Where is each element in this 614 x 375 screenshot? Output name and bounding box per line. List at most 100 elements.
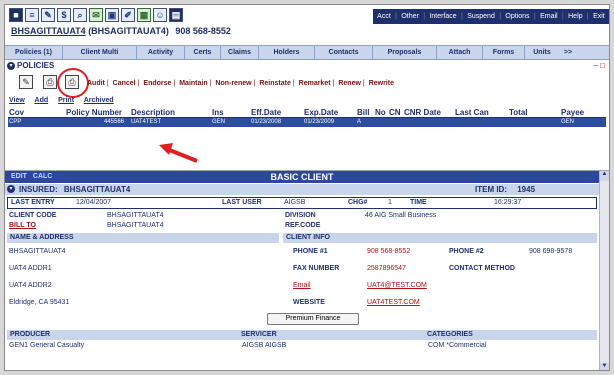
last-entry-value: 12/04/2007 (76, 199, 112, 206)
client-header: BHSAGITTAUAT4 (BHSAGITTAUAT4) 908 568-85… (11, 26, 231, 36)
col-last-can[interactable]: Last Can (455, 108, 489, 117)
col-cov[interactable]: Cov (9, 108, 24, 117)
module-tabs: Policies (1) Client Multi Activity Certs… (5, 45, 609, 60)
col-no[interactable]: No (375, 108, 386, 117)
tab-client-multi[interactable]: Client Multi (63, 46, 137, 59)
insured-heading: INSURED: BHSAGITTAUAT4 (19, 185, 130, 194)
col-description[interactable]: Description (131, 108, 175, 117)
client-phone: 908 568-8552 (175, 26, 231, 36)
menu-options[interactable]: Options (505, 13, 529, 20)
collapse-insured-icon[interactable]: ▾ (7, 185, 15, 193)
address-line-1: BHSAGITTAUAT4 (9, 248, 66, 255)
scroll-down-icon[interactable]: ▼ (600, 363, 609, 370)
col-cnr-date[interactable]: CNR Date (404, 108, 441, 117)
last-entry-box: LAST ENTRY 12/04/2007 LAST USER AIGSB CH… (7, 197, 597, 209)
item-id-display: ITEM ID: 1945 (475, 185, 535, 194)
pen-icon[interactable]: ✐ (121, 8, 135, 22)
col-total[interactable]: Total (509, 108, 528, 117)
edit-icon[interactable]: ✎ (41, 8, 55, 22)
action-endorse[interactable]: Endorse (143, 80, 171, 87)
tab-claims[interactable]: Claims (221, 46, 259, 59)
action-non-renew[interactable]: Non-renew (215, 80, 251, 87)
premium-finance-button[interactable]: Premium Finance (267, 313, 359, 325)
panel-title-bar: EDIT CALC BASIC CLIENT (5, 171, 599, 183)
print-link[interactable]: Print (58, 97, 74, 104)
table-row[interactable]: CPP 445566 UAT4TEST GEN 01/23/2008 01/23… (8, 118, 606, 127)
collapse-icon[interactable]: ▾ (7, 62, 15, 70)
action-cancel[interactable]: Cancel (113, 80, 136, 87)
client-name-link[interactable]: BHSAGITTAUAT4 (11, 26, 86, 36)
col-payee[interactable]: Payee (561, 108, 584, 117)
menu-help[interactable]: Help (568, 13, 582, 20)
name-address-heading: NAME & ADDRESS (7, 233, 279, 243)
last-user-label: LAST USER (222, 199, 262, 206)
annotation-arrow (159, 143, 198, 163)
col-cn[interactable]: CN (389, 108, 401, 117)
categories-label: CATEGORIES (427, 331, 473, 338)
menu-suspend[interactable]: Suspend (467, 13, 495, 20)
tab-forms[interactable]: Forms (483, 46, 525, 59)
address-line-4: Eldridge, CA 95431 (9, 299, 70, 306)
phone2-value: 908 698-9578 (529, 248, 573, 255)
producer-label: PRODUCER (10, 331, 51, 338)
action-rewrite[interactable]: Rewrite (369, 80, 394, 87)
menu-interface[interactable]: Interface (429, 13, 456, 20)
website-value[interactable]: UAT4TEST.COM (367, 299, 420, 306)
tab-units[interactable]: Units (525, 46, 559, 59)
cell-policy-number: 445566 (104, 119, 125, 125)
last-entry-label: LAST ENTRY (11, 199, 55, 206)
bill-to-value: BHSAGITTAUAT4 (107, 222, 164, 229)
action-remarket[interactable]: Remarket (299, 80, 331, 87)
col-bill[interactable]: Bill (357, 108, 369, 117)
chg-label: CHG# (348, 199, 368, 206)
cell-ins: GEN (212, 119, 226, 125)
col-exp-date[interactable]: Exp.Date (304, 108, 338, 117)
tab-holders[interactable]: Holders (259, 46, 315, 59)
menu-acct[interactable]: Acct (377, 13, 391, 20)
producer-bar: PRODUCER SERVICER CATEGORIES (7, 330, 597, 340)
search-icon[interactable]: ⌕ (73, 8, 87, 22)
cell-description: UAT4TEST (131, 119, 162, 125)
maximize-icon[interactable]: □ (600, 61, 605, 70)
tabs-more-button[interactable]: >> (559, 46, 577, 59)
archived-link[interactable]: Archived (84, 97, 114, 104)
action-renew[interactable]: Renew (338, 80, 361, 87)
view-link[interactable]: View (9, 97, 25, 104)
scroll-up-icon[interactable]: ▲ (600, 171, 609, 181)
action-maintain[interactable]: Maintain (179, 80, 207, 87)
calendar-icon[interactable]: ▦ (137, 8, 151, 22)
list-icon[interactable]: ≡ (25, 8, 39, 22)
tab-proposals[interactable]: Proposals (373, 46, 437, 59)
tab-attach[interactable]: Attach (437, 46, 483, 59)
col-policy-number[interactable]: Policy Number (66, 108, 122, 117)
col-ins[interactable]: Ins (212, 108, 224, 117)
email-value[interactable]: UAT4@TEST.COM (367, 282, 427, 289)
menu-other[interactable]: Other (401, 13, 419, 20)
bill-to-link[interactable]: BILL TO (9, 222, 36, 229)
client-code-value: BHSAGITTAUAT4 (107, 212, 164, 219)
vertical-scrollbar[interactable]: ▲ ▼ (599, 171, 609, 370)
clipboard-icon[interactable]: ▤ (169, 8, 183, 22)
tab-policies[interactable]: Policies (1) (5, 46, 63, 59)
picture-icon[interactable]: ▣ (105, 8, 119, 22)
tab-contacts[interactable]: Contacts (315, 46, 373, 59)
tab-certs[interactable]: Certs (185, 46, 221, 59)
save-icon[interactable]: ■ (9, 8, 23, 22)
col-eff-date[interactable]: Eff.Date (251, 108, 281, 117)
dollar-icon[interactable]: $ (57, 8, 71, 22)
users-icon[interactable]: ☺ (153, 8, 167, 22)
edit-policy-icon[interactable]: ✎ (19, 75, 33, 89)
minimize-icon[interactable]: – (593, 61, 597, 70)
menu-email[interactable]: Email (540, 13, 558, 20)
tab-activity[interactable]: Activity (137, 46, 185, 59)
notes-icon[interactable]: ✉ (89, 8, 103, 22)
menu-exit[interactable]: Exit (593, 13, 605, 20)
action-reinstate[interactable]: Reinstate (259, 80, 291, 87)
email-link[interactable]: Email (293, 282, 311, 289)
client-code-label: CLIENT CODE (9, 212, 57, 219)
print-proof-icon[interactable]: ⎙ (43, 75, 57, 89)
add-link[interactable]: Add (35, 97, 49, 104)
servicer-label: SERVICER (241, 331, 277, 338)
action-audit[interactable]: Audit (87, 80, 105, 87)
table-header: Cov Policy Number Description Ins Eff.Da… (8, 108, 606, 118)
